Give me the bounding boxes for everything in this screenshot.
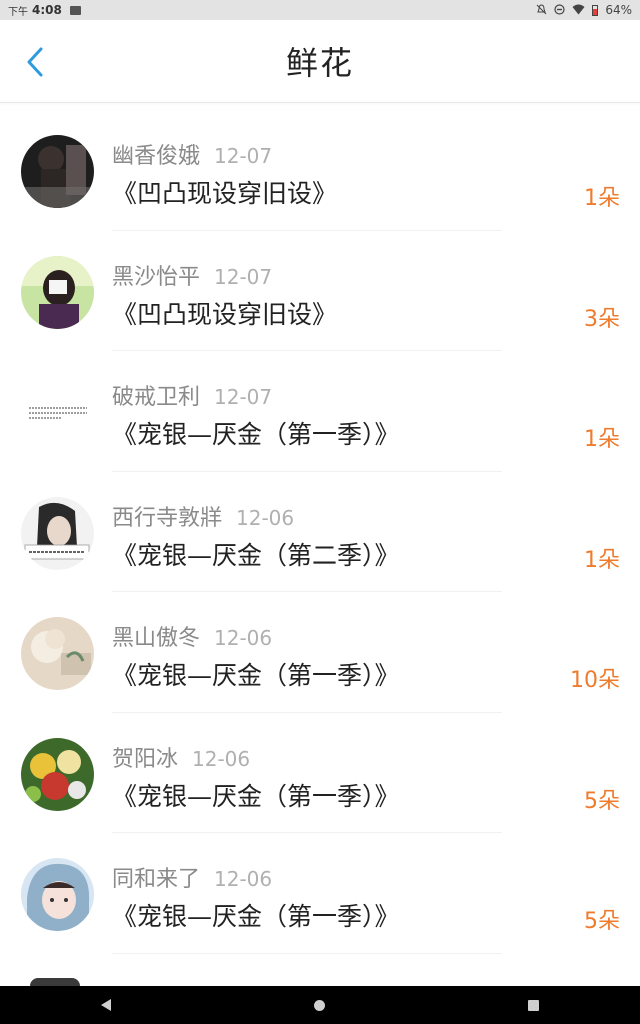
send-date: 12-06	[214, 626, 273, 650]
sender-name: 西行寺敦牂 12-06	[112, 505, 295, 531]
back-button[interactable]	[18, 42, 52, 82]
status-bar: 下午 4:08 64%	[0, 0, 640, 20]
header-bar: 鲜花	[0, 20, 640, 103]
notifications-off-icon	[536, 3, 547, 17]
battery-icon	[592, 4, 599, 16]
book-title: 《凹凸现设穿旧设》	[112, 179, 338, 208]
page-title: 鲜花	[285, 44, 354, 82]
sender-name: 破戒卫利 12-07	[112, 385, 273, 410]
book-title: 《宠银—厌金（第二季）》	[112, 540, 400, 570]
flower-count: 1朵	[584, 186, 620, 211]
send-date: 12-07	[214, 144, 273, 168]
book-title: 《宠银—厌金（第一季）》	[112, 661, 400, 690]
list-item[interactable]: 同和来了 12-06 《宠银—厌金（第一季）》 5朵	[0, 833, 640, 954]
do-not-disturb-icon	[554, 3, 565, 17]
list-item[interactable]: 黑山傲冬 12-06 《宠银—厌金（第一季）》 10朵	[0, 592, 640, 713]
flower-count: 10朵	[570, 668, 620, 693]
recents-square-icon[interactable]	[527, 999, 539, 1011]
send-date: 12-06	[214, 867, 273, 891]
book-title: 《宠银—厌金（第一季）》	[112, 902, 400, 931]
avatar	[21, 376, 94, 449]
sender-name: 同和来了 12-06	[112, 867, 273, 892]
status-left: 下午 4:08	[8, 3, 81, 18]
book-title: 《宠银—厌金（第一季）》	[112, 420, 400, 449]
list-item[interactable]: 贺阳冰 12-06 《宠银—厌金（第一季）》 5朵	[0, 713, 640, 833]
flower-count: 5朵	[584, 788, 620, 814]
navigation-bar	[0, 986, 640, 1024]
avatar	[21, 617, 94, 690]
status-right: 64%	[536, 3, 632, 17]
flower-count: 3朵	[584, 306, 620, 332]
sender-name: 贺阳冰 12-06	[112, 746, 251, 772]
avatar	[21, 737, 94, 811]
chevron-left-icon	[27, 47, 43, 77]
list-item[interactable]: 幽香俊娥 12-07 《凹凸现设穿旧设》 1朵	[0, 110, 640, 231]
sender-name: 黑山傲冬 12-06	[112, 626, 273, 651]
avatar	[21, 496, 94, 570]
list-item[interactable]: 西行寺敦牂 12-06 《宠银—厌金（第二季）》 1朵	[0, 472, 640, 592]
avatar	[21, 858, 94, 931]
list-item[interactable]: 黑沙怡平 12-07 《凹凸现设穿旧设》 3朵	[0, 231, 640, 351]
divider	[112, 952, 502, 954]
image-icon	[69, 5, 81, 15]
send-date: 12-07	[214, 264, 273, 289]
sender-name: 幽香俊娥 12-07	[112, 144, 273, 169]
avatar	[21, 255, 94, 329]
list-item[interactable]: 破戒卫利 12-07 《宠银—厌金（第一季）》 1朵	[0, 351, 640, 472]
send-date: 12-07	[214, 385, 273, 409]
flower-count: 1朵	[584, 427, 620, 452]
send-date: 12-06	[192, 746, 251, 771]
status-ampm: 下午	[8, 6, 28, 18]
sender-name: 黑沙怡平 12-07	[112, 264, 273, 290]
flower-list: 幽香俊娥 12-07 《凹凸现设穿旧设》 1朵 黑沙怡平 12-07 《凹凸现设穿旧…	[0, 110, 640, 954]
status-time: 4:08	[32, 3, 62, 17]
book-title: 《宠银—厌金（第一季）》	[112, 781, 400, 811]
wifi-icon	[572, 4, 585, 17]
book-title: 《凹凸现设穿旧设》	[112, 299, 338, 329]
battery-percent: 64%	[605, 3, 632, 17]
flower-count: 5朵	[584, 909, 620, 934]
avatar	[30, 978, 80, 986]
send-date: 12-06	[236, 505, 295, 530]
avatar	[21, 135, 94, 208]
flower-count: 1朵	[584, 547, 620, 573]
home-circle-icon[interactable]	[313, 999, 325, 1011]
back-triangle-icon[interactable]	[101, 999, 112, 1011]
